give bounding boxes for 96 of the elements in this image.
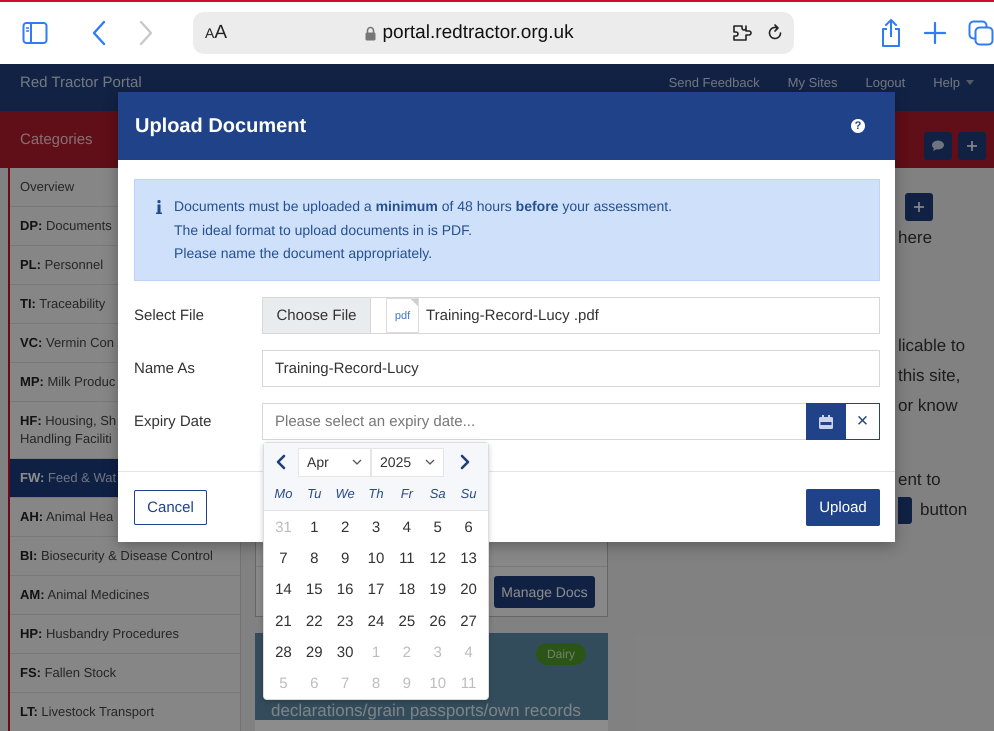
calendar-day[interactable]: 20	[453, 574, 484, 606]
clear-button[interactable]: ×	[845, 403, 880, 440]
calendar-day[interactable]: 25	[391, 606, 422, 637]
field-label: Select File	[134, 307, 206, 324]
chevron-left-icon[interactable]	[276, 454, 286, 470]
share-icon[interactable]	[880, 18, 902, 48]
calendar-day[interactable]: 27	[453, 606, 484, 637]
calendar-day[interactable]: 22	[298, 606, 330, 637]
weekday-label: Fr	[400, 486, 414, 501]
calendar-day[interactable]: 19	[422, 574, 454, 606]
text-fragment: this site,	[898, 365, 962, 387]
add-button[interactable]	[958, 132, 986, 160]
sidebar-icon[interactable]	[22, 21, 48, 45]
weekday-label: Th	[367, 486, 385, 501]
calendar-button[interactable]	[806, 403, 845, 440]
calendar-day[interactable]: 15	[298, 574, 330, 606]
calendar-day[interactable]: 9	[330, 543, 361, 574]
info-icon	[156, 200, 162, 214]
text-fragment: button	[920, 499, 968, 521]
text-fragment: here	[898, 227, 934, 249]
calendar-day[interactable]: 6	[453, 512, 484, 544]
calendar-day[interactable]: 17	[360, 574, 392, 606]
manage-docs-button[interactable]: Manage Docs	[494, 576, 595, 608]
chevron-right-icon[interactable]	[460, 454, 470, 470]
plus-icon	[914, 202, 924, 212]
notice-text: Please name the document appropriately.	[174, 244, 434, 263]
calendar-day[interactable]: 24	[360, 606, 392, 637]
weekday-label: Sa	[428, 486, 447, 501]
field-label: Expiry Date	[134, 413, 213, 430]
calendar-day[interactable]: 14	[268, 574, 299, 606]
file-input[interactable]: Choose File pdf Training-Record-Lucy .pdf	[262, 297, 880, 334]
plus-icon	[967, 140, 977, 150]
text-fragment: or know	[898, 395, 959, 417]
calendar-day[interactable]: 18	[391, 574, 422, 606]
speech-bubble-icon	[932, 140, 944, 151]
weekday-label: Mo	[273, 486, 294, 501]
calendar-day[interactable]: 23	[330, 606, 361, 637]
weekday-label: We	[334, 486, 356, 501]
calendar-day[interactable]: 26	[422, 606, 454, 637]
weekday-label: Su	[460, 486, 478, 501]
sidebar-item[interactable]: HP: Husbandry Procedures	[10, 615, 240, 654]
sidebar-item[interactable]: FS: Fallen Stock	[10, 654, 240, 693]
calendar-day[interactable]: 11	[391, 543, 422, 574]
notice-text: The ideal format to upload documents in is PDF.	[174, 220, 474, 240]
text-fragment: ent to	[898, 469, 942, 491]
calendar-day[interactable]: 5	[422, 512, 454, 544]
calendar-day[interactable]: 4	[391, 512, 422, 544]
dairy-tag: Dairy	[536, 643, 586, 665]
text-size-button[interactable]: AA	[205, 22, 228, 44]
calendar-day[interactable]: 16	[330, 574, 361, 606]
month-select[interactable]: Apr	[298, 448, 371, 476]
upload-button[interactable]: Upload	[806, 489, 880, 526]
calendar-day[interactable]: 13	[453, 543, 484, 574]
calendar-day[interactable]: 3	[360, 512, 392, 544]
card-description: declarations/grain passports/own records	[271, 701, 582, 720]
back-icon[interactable]	[92, 20, 106, 46]
button-edge[interactable]	[898, 496, 912, 524]
year-select[interactable]: 2025	[371, 448, 444, 476]
comment-button[interactable]	[924, 132, 952, 160]
address-bar[interactable]: AA portal.redtractor.org.uk	[193, 12, 794, 54]
choose-file-button[interactable]: Choose File	[263, 298, 371, 333]
tabs-icon[interactable]	[968, 20, 994, 46]
calendar-day[interactable]: 2	[330, 512, 361, 544]
calendar-day[interactable]: 12	[422, 543, 454, 574]
calendar-day[interactable]: 28	[268, 636, 299, 668]
calendar-icon	[818, 414, 832, 428]
lock-icon	[365, 26, 376, 40]
puzzle-icon[interactable]	[732, 23, 754, 43]
sidebar-item[interactable]: LT: Livestock Transport	[10, 693, 240, 731]
address-text: portal.redtractor.org.uk	[382, 22, 574, 44]
calendar-day[interactable]: 8	[298, 543, 330, 574]
caret-icon	[425, 459, 435, 465]
calendar-day[interactable]: 29	[298, 636, 330, 668]
notice-text: Documents must be uploaded a minimum of 48 hours before your assessment.	[174, 197, 672, 216]
add-button[interactable]	[905, 193, 933, 221]
date-input[interactable]: Please select an expiry date...	[262, 403, 806, 440]
field-label: Name As	[134, 360, 196, 377]
cancel-button[interactable]: Cancel	[134, 490, 207, 525]
brand-title[interactable]: Red Tractor Portal	[20, 74, 142, 91]
categories-title: Categories	[20, 131, 93, 148]
file-icon: pdf	[386, 298, 419, 333]
text-fragment: licable to	[898, 335, 966, 357]
file-name: Training-Record-Lucy .pdf	[426, 307, 599, 324]
sidebar-item[interactable]: AM: Animal Medicines	[10, 576, 240, 615]
dialog-title: Upload Document	[135, 114, 306, 138]
caret-icon	[352, 459, 362, 465]
name-input[interactable]: Training-Record-Lucy	[262, 350, 880, 387]
calendar-day[interactable]: 10	[360, 543, 392, 574]
calendar-day[interactable]: 30	[330, 636, 361, 668]
calendar-day[interactable]: 7	[268, 543, 299, 574]
caret-icon	[966, 80, 974, 85]
weekday-label: Tu	[306, 486, 322, 501]
help-icon[interactable]: ?	[851, 119, 865, 133]
calendar-day[interactable]: 21	[268, 606, 299, 637]
plus-icon[interactable]	[924, 22, 946, 44]
calendar-day[interactable]: 1	[298, 512, 330, 544]
